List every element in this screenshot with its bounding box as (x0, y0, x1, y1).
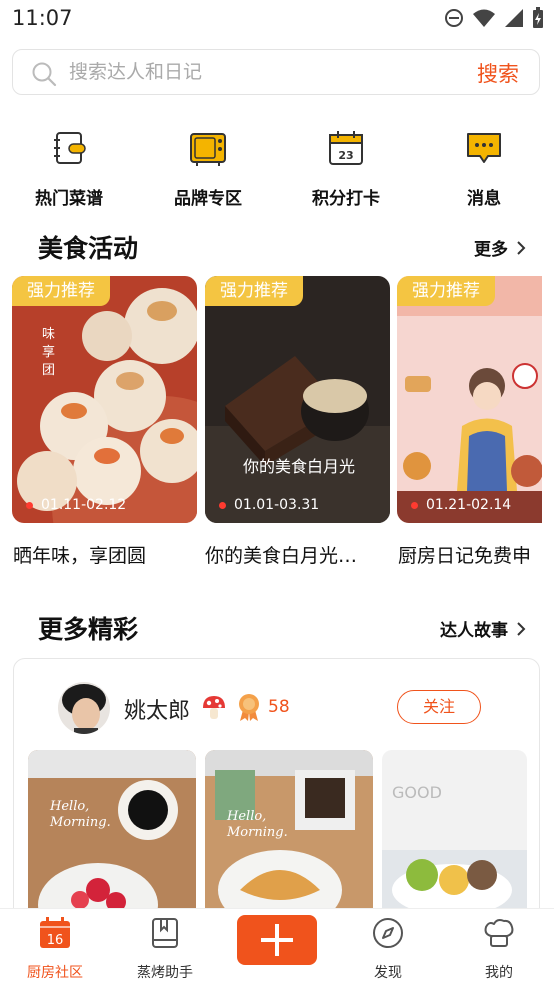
expert-stories-link[interactable]: 达人故事 (440, 616, 526, 641)
event-card-2[interactable]: 你的美食白月光 强力推荐 01.01-03.31 (205, 276, 390, 523)
search-button[interactable]: 搜索 (477, 58, 519, 88)
svg-text:Hello,: Hello, (49, 799, 89, 814)
quick-nav-label: 热门菜谱 (35, 189, 103, 209)
svg-text:Hello,: Hello, (226, 809, 266, 824)
quick-nav-label: 消息 (467, 189, 501, 209)
event-date: 01.01-03.31 (219, 497, 319, 513)
svg-text:Morning.: Morning. (226, 825, 288, 840)
quick-nav-label: 品牌专区 (174, 189, 242, 209)
calendar-16-icon: 16 (40, 917, 70, 948)
svg-text:享: 享 (42, 344, 55, 360)
mushroom-icon (203, 696, 225, 719)
tab-label: 我的 (485, 965, 513, 981)
tab-steam-assistant[interactable]: 蒸烤助手 (110, 916, 220, 982)
live-dot (219, 501, 226, 509)
event-date: 01.21-02.14 (411, 497, 511, 513)
recipe-book-icon (54, 132, 86, 164)
recommend-badge: 强力推荐 (205, 276, 303, 306)
add-button[interactable] (237, 915, 317, 965)
tab-kitchen-community[interactable]: 16 厨房社区 (0, 916, 110, 982)
svg-text:23: 23 (338, 149, 353, 162)
event-image-kitchen-illustration (397, 276, 542, 523)
event-title[interactable]: 晒年味，享团圆 (13, 541, 146, 568)
feed-photo-1[interactable]: Hello, Morning. (28, 750, 196, 920)
feed-photo-2[interactable]: Hello, Morning. (205, 750, 373, 920)
section-title-food-events: 美食活动 (38, 234, 139, 263)
event-card-3[interactable]: 强力推荐 01.21-02.14 (397, 276, 542, 523)
points-count: 58 (268, 697, 290, 717)
quick-nav-label: 积分打卡 (312, 189, 380, 209)
more-events-link[interactable]: 更多 (474, 235, 526, 260)
chevron-right-icon (517, 621, 526, 636)
battery-icon (533, 7, 543, 28)
chevron-right-icon (517, 240, 526, 255)
more-label: 更多 (474, 240, 508, 260)
tab-discover[interactable]: 发现 (333, 916, 443, 982)
event-card-1[interactable]: 味 享 团 强力推荐 01.11-02.12 (12, 276, 197, 523)
tab-mine[interactable]: 我的 (444, 916, 554, 982)
tab-label: 厨房社区 (27, 965, 83, 981)
recommend-badge: 强力推荐 (397, 276, 495, 306)
event-date-text: 01.21-02.14 (426, 497, 512, 513)
follow-button[interactable]: 关注 (397, 690, 481, 724)
svg-text:16: 16 (47, 933, 64, 948)
tab-label: 蒸烤助手 (137, 965, 193, 981)
status-icons (444, 7, 544, 29)
message-bubble-icon (467, 133, 501, 163)
live-dot (26, 501, 33, 509)
event-title[interactable]: 你的美食白月光… (205, 541, 357, 568)
svg-text:Morning.: Morning. (49, 815, 111, 830)
signal-icon (505, 9, 523, 27)
add-icon (261, 924, 293, 956)
more-label: 达人故事 (440, 621, 508, 641)
brand-oven-icon (190, 133, 226, 166)
quick-nav-brand[interactable]: 品牌专区 (139, 128, 277, 209)
svg-text:团: 团 (42, 363, 55, 378)
svg-text:GOOD: GOOD (392, 783, 442, 802)
chef-hat-icon (484, 919, 514, 947)
quick-nav-checkin[interactable]: 23 积分打卡 (277, 128, 415, 209)
svg-text:味: 味 (42, 327, 55, 342)
tab-label: 发现 (374, 965, 402, 981)
section-title-more: 更多精彩 (38, 615, 139, 644)
book-icon (152, 918, 178, 948)
event-image-brownie: 你的美食白月光 (205, 276, 390, 523)
avatar[interactable] (58, 682, 110, 734)
event-date: 01.11-02.12 (26, 497, 126, 513)
dnd-icon (445, 9, 463, 27)
event-image-mooncakes: 味 享 团 (12, 276, 197, 523)
search-input[interactable] (69, 50, 459, 94)
wifi-icon (473, 9, 495, 27)
calendar-checkin-icon: 23 (329, 131, 363, 165)
medal-icon (239, 694, 259, 721)
quick-nav-recipes[interactable]: 热门菜谱 (0, 128, 138, 209)
search-bar[interactable]: 搜索 (12, 49, 540, 95)
user-name[interactable]: 姚太郎 (124, 693, 190, 725)
event-date-text: 01.11-02.12 (41, 497, 127, 513)
quick-nav-messages[interactable]: 消息 (415, 128, 553, 209)
feed-photo-3[interactable]: GOOD (382, 750, 527, 920)
svg-text:你的美食白月光: 你的美食白月光 (243, 457, 355, 476)
search-icon (32, 62, 57, 87)
recommend-badge: 强力推荐 (12, 276, 110, 306)
compass-icon (373, 918, 403, 948)
live-dot (411, 501, 418, 509)
event-date-text: 01.01-03.31 (234, 497, 320, 513)
status-time: 11:07 (12, 6, 73, 30)
event-title[interactable]: 厨房日记免费申 (398, 541, 554, 568)
